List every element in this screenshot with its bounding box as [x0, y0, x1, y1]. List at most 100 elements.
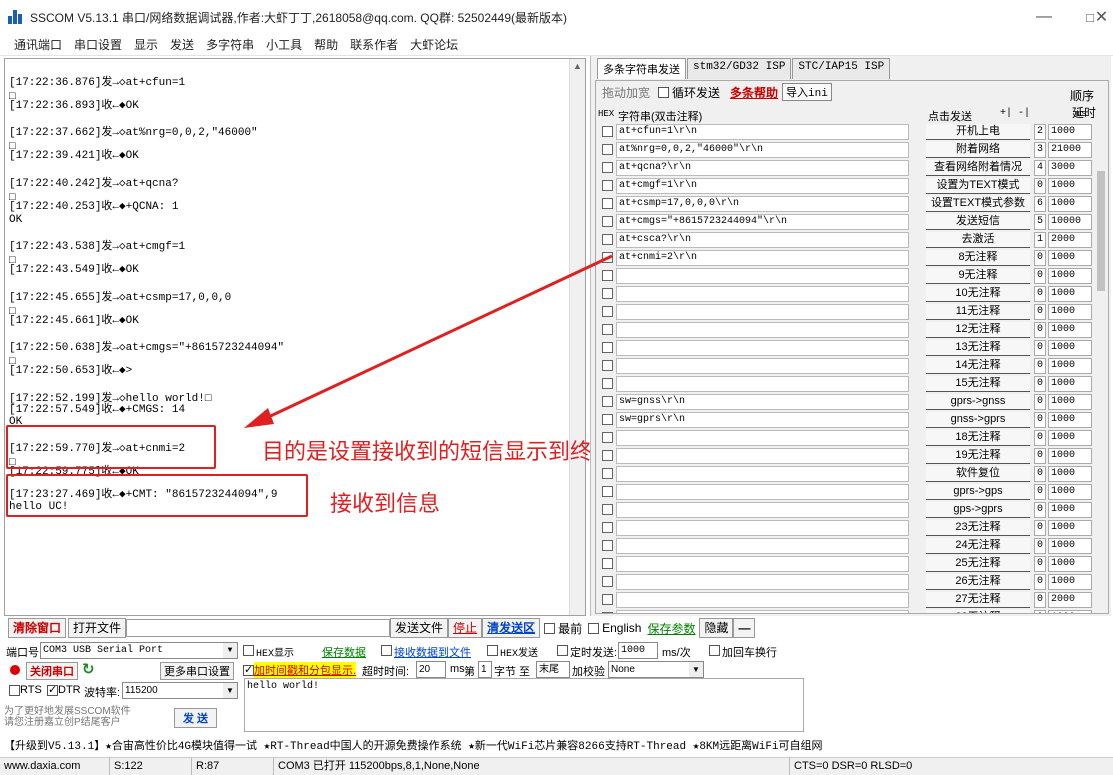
- recv-to-file-checkbox[interactable]: [381, 645, 392, 656]
- string-input[interactable]: [616, 430, 909, 446]
- click-send-button[interactable]: 18无注释: [926, 430, 1030, 446]
- hex-checkbox[interactable]: [602, 216, 613, 227]
- chevron-down-icon[interactable]: ▼: [689, 662, 703, 677]
- promo-text[interactable]: 为了更好地发展SSCOM软件 请您注册嘉立创P结尾客户: [4, 706, 174, 728]
- hex-checkbox[interactable]: [602, 252, 613, 263]
- string-input[interactable]: [616, 286, 909, 302]
- add-crlf-checkbox[interactable]: [709, 645, 720, 656]
- hex-checkbox[interactable]: [602, 360, 613, 371]
- click-send-button[interactable]: 23无注释: [926, 520, 1030, 536]
- order-input[interactable]: 0: [1034, 358, 1046, 374]
- order-input[interactable]: 0: [1034, 376, 1046, 392]
- order-input[interactable]: 0: [1034, 322, 1046, 338]
- hide-button[interactable]: 隐藏: [699, 618, 734, 638]
- menu-display[interactable]: 显示: [134, 36, 158, 53]
- order-input[interactable]: 6: [1034, 196, 1046, 212]
- open-file-button[interactable]: 打开文件: [68, 618, 127, 638]
- delay-input[interactable]: 1000: [1048, 196, 1092, 212]
- multi-list-scrollbar[interactable]: [1094, 111, 1108, 613]
- tab-multi-string[interactable]: 多条字符串发送: [597, 58, 686, 79]
- order-input[interactable]: 2: [1034, 124, 1046, 140]
- order-input[interactable]: 4: [1034, 160, 1046, 176]
- hex-display-checkbox[interactable]: [243, 645, 254, 656]
- string-input[interactable]: at+cnmi=2\r\n: [616, 250, 909, 266]
- order-input[interactable]: 3: [1034, 142, 1046, 158]
- string-input[interactable]: at%nrg=0,0,2,"46000"\r\n: [616, 142, 909, 158]
- delay-input[interactable]: 1000: [1048, 124, 1092, 140]
- click-send-button[interactable]: 开机上电: [926, 124, 1030, 140]
- menu-forum[interactable]: 大虾论坛: [410, 36, 458, 53]
- delay-input[interactable]: 3000: [1048, 160, 1092, 176]
- delay-input[interactable]: 1000: [1048, 484, 1092, 500]
- hex-checkbox[interactable]: [602, 432, 613, 443]
- string-input[interactable]: [616, 592, 909, 608]
- string-input[interactable]: [616, 484, 909, 500]
- string-input[interactable]: [616, 448, 909, 464]
- collapse-button[interactable]: —: [733, 618, 756, 638]
- delay-input[interactable]: 1000: [1048, 610, 1092, 613]
- order-input[interactable]: 0: [1034, 250, 1046, 266]
- click-send-button[interactable]: 19无注释: [926, 448, 1030, 464]
- delay-input[interactable]: 21000: [1048, 142, 1092, 158]
- save-params-button[interactable]: 保存参数: [647, 620, 695, 637]
- click-send-button[interactable]: 去激活: [926, 232, 1030, 248]
- delay-input[interactable]: 1000: [1048, 466, 1092, 482]
- click-send-button[interactable]: 13无注释: [926, 340, 1030, 356]
- scroll-up-icon[interactable]: ▲: [573, 61, 582, 71]
- send-text-input[interactable]: hello world!: [244, 678, 804, 732]
- hex-checkbox[interactable]: [602, 594, 613, 605]
- delay-input[interactable]: 1000: [1048, 574, 1092, 590]
- click-send-button[interactable]: 25无注释: [926, 556, 1030, 572]
- click-send-button[interactable]: 8无注释: [926, 250, 1030, 266]
- string-input[interactable]: [616, 574, 909, 590]
- string-input[interactable]: [616, 376, 909, 392]
- delay-input[interactable]: 1000: [1048, 556, 1092, 572]
- click-send-button[interactable]: 查看网络附着情况: [926, 160, 1030, 176]
- string-input[interactable]: [616, 538, 909, 554]
- delay-input[interactable]: 10000: [1048, 214, 1092, 230]
- clear-window-button[interactable]: 清除窗口: [8, 618, 67, 638]
- add-remove-buttons[interactable]: +| -|: [1000, 108, 1030, 119]
- menu-multi-string[interactable]: 多字符串: [206, 36, 254, 53]
- menu-port[interactable]: 通讯端口: [14, 36, 62, 53]
- order-input[interactable]: 0: [1034, 340, 1046, 356]
- string-input[interactable]: sw=gnss\r\n: [616, 394, 909, 410]
- save-data-button[interactable]: 保存数据: [322, 644, 366, 660]
- click-send-button[interactable]: 设置为TEXT模式: [926, 178, 1030, 194]
- click-send-button[interactable]: 14无注释: [926, 358, 1030, 374]
- string-input[interactable]: at+cfun=1\r\n: [616, 124, 909, 140]
- string-input[interactable]: [616, 610, 909, 613]
- hex-checkbox[interactable]: [602, 378, 613, 389]
- delay-input[interactable]: 1000: [1048, 322, 1092, 338]
- timestamp-checkbox[interactable]: [243, 663, 254, 676]
- scroll-thumb[interactable]: [1097, 171, 1105, 291]
- order-input[interactable]: 0: [1034, 556, 1046, 572]
- checksum-select[interactable]: None ▼: [608, 661, 704, 678]
- order-input[interactable]: 0: [1034, 304, 1046, 320]
- string-input[interactable]: [616, 358, 909, 374]
- hex-checkbox[interactable]: [602, 450, 613, 461]
- delay-input[interactable]: 1000: [1048, 412, 1092, 428]
- hex-checkbox[interactable]: [602, 486, 613, 497]
- hex-checkbox[interactable]: [602, 576, 613, 587]
- click-send-button[interactable]: 设置TEXT模式参数: [926, 196, 1030, 212]
- click-send-button[interactable]: 软件复位: [926, 466, 1030, 482]
- news-ticker[interactable]: 【升级到V5.13.1】★合宙高性价比4G模块值得一试 ★RT-Thread中国…: [4, 738, 1110, 756]
- order-input[interactable]: 0: [1034, 484, 1046, 500]
- click-send-button[interactable]: 26无注释: [926, 574, 1030, 590]
- delay-input[interactable]: 1000: [1048, 520, 1092, 536]
- dtr-checkbox[interactable]: [47, 683, 58, 696]
- chevron-down-icon[interactable]: ▼: [223, 683, 237, 698]
- string-input[interactable]: [616, 466, 909, 482]
- click-send-button[interactable]: 24无注释: [926, 538, 1030, 554]
- hex-checkbox[interactable]: [602, 396, 613, 407]
- string-input[interactable]: [616, 556, 909, 572]
- click-send-button[interactable]: 28无注释: [926, 610, 1030, 613]
- delay-input[interactable]: 1000: [1048, 286, 1092, 302]
- tab-stc-isp[interactable]: STC/IAP15 ISP: [792, 58, 891, 79]
- menu-contact[interactable]: 联系作者: [350, 36, 398, 53]
- status-website[interactable]: www.daxia.com: [0, 758, 110, 775]
- send-button[interactable]: 发 送: [174, 708, 218, 728]
- click-send-button[interactable]: 15无注释: [926, 376, 1030, 392]
- string-input[interactable]: [616, 322, 909, 338]
